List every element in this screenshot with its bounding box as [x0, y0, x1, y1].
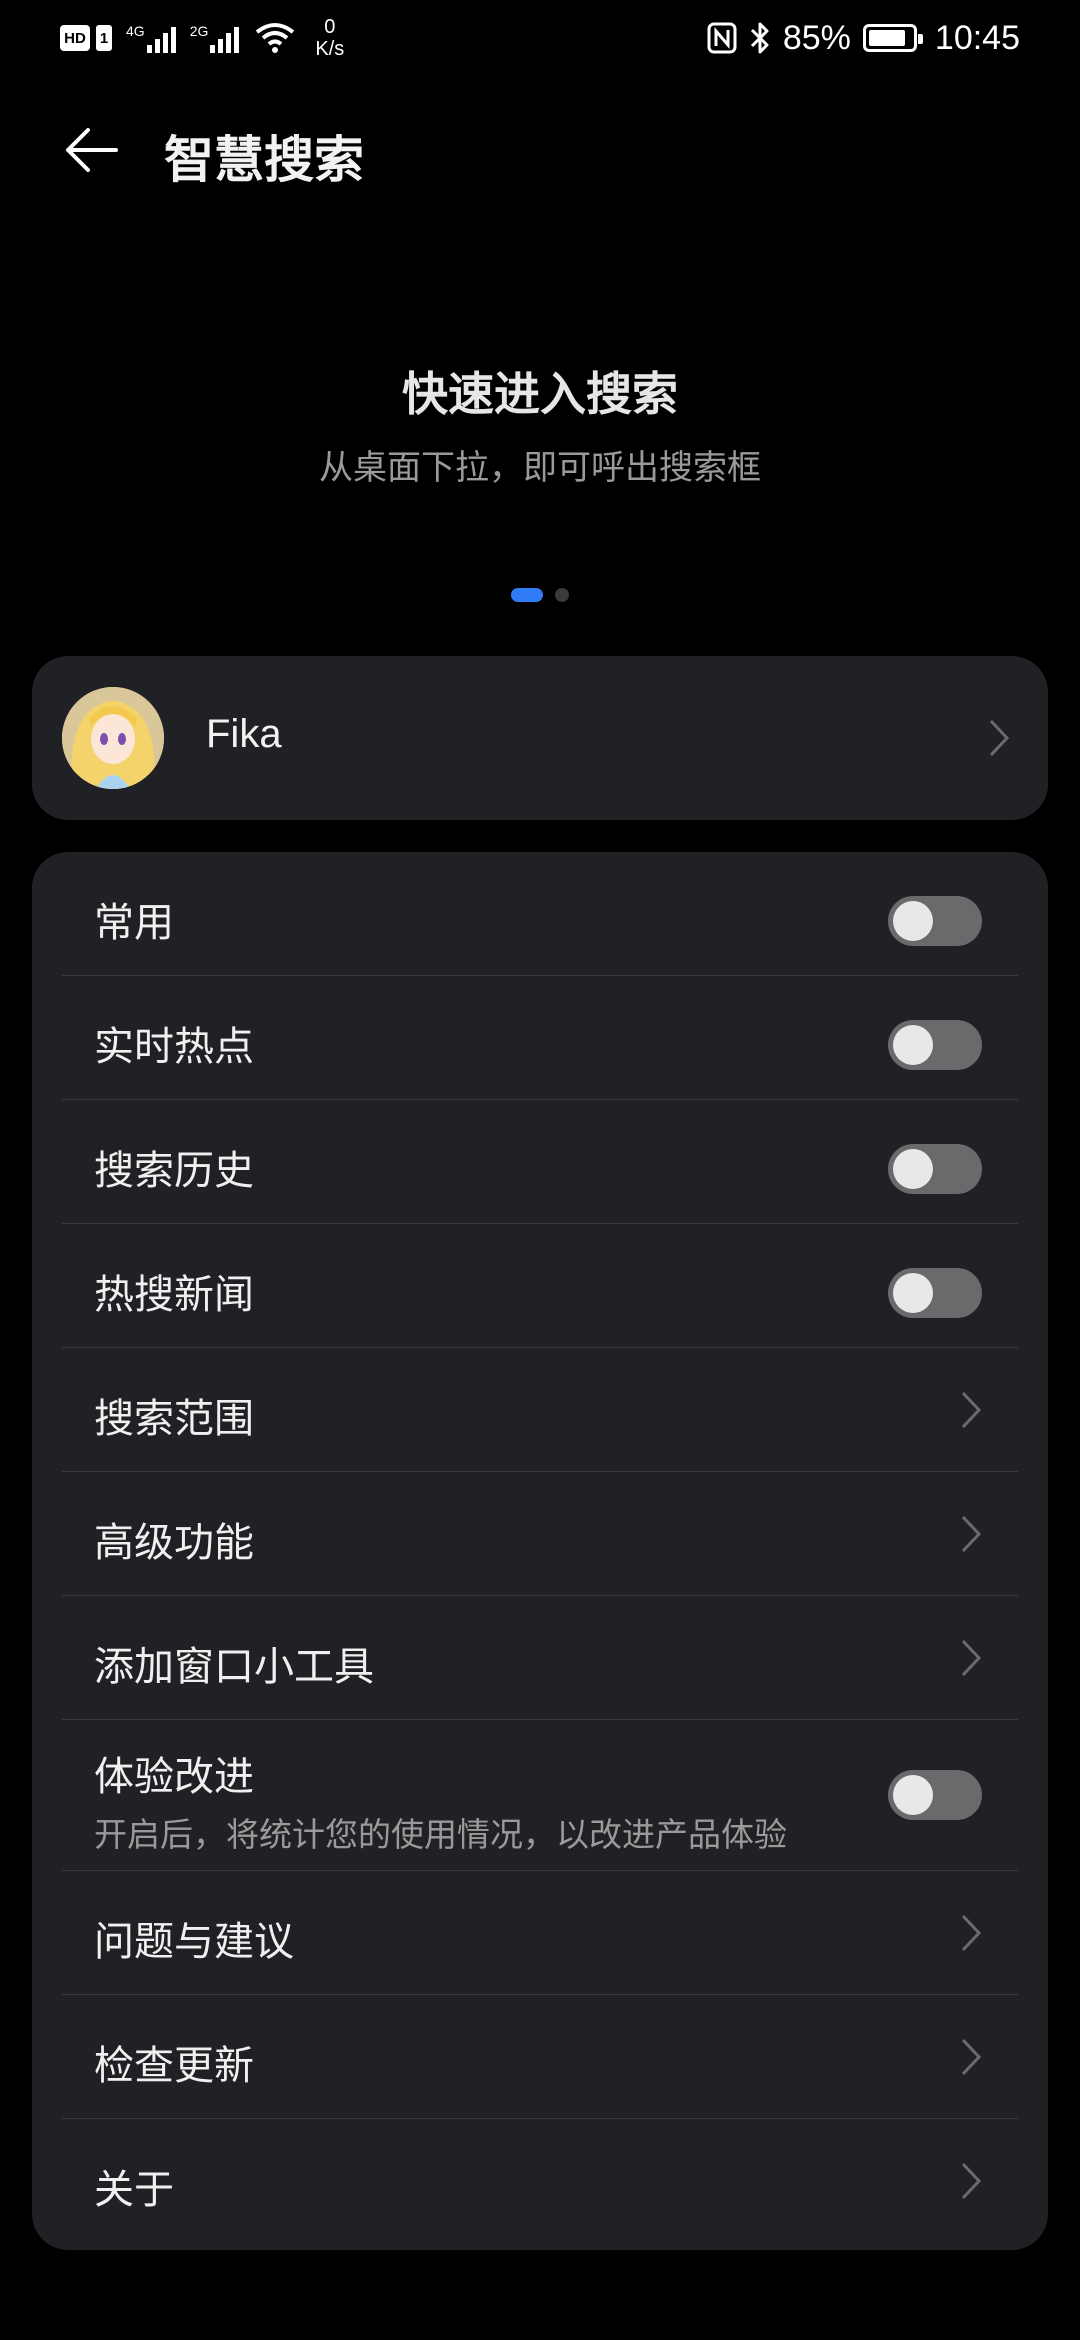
- status-bar: HD 1 4G 2G 0 K/s 85% 10:45: [0, 0, 1080, 74]
- battery-percent: 85%: [782, 18, 851, 57]
- toggle-knob: [893, 1025, 933, 1065]
- toggle-switch[interactable]: [888, 896, 982, 946]
- settings-row-label: 高级功能: [94, 1520, 254, 1566]
- settings-row[interactable]: 关于: [62, 2119, 1018, 2242]
- settings-row-label: 热搜新闻: [94, 1272, 254, 1318]
- page-dot-active: [511, 588, 543, 602]
- settings-row[interactable]: 实时热点: [62, 976, 1018, 1100]
- network-type-label: 2G: [189, 23, 209, 39]
- settings-row-sublabel: 开启后，将统计您的使用情况，以改进产品体验: [94, 1815, 787, 1854]
- nfc-icon: [707, 22, 737, 54]
- settings-row[interactable]: 问题与建议: [62, 1871, 1018, 1995]
- settings-list: 常用实时热点搜索历史热搜新闻搜索范围高级功能添加窗口小工具 体验改进开启后，将统计…: [32, 852, 1048, 2250]
- chevron-right-icon: [989, 719, 1010, 757]
- settings-row[interactable]: 常用: [62, 852, 1018, 976]
- status-right: 85% 10:45: [707, 14, 1020, 62]
- settings-row[interactable]: 添加窗口小工具: [62, 1596, 1018, 1720]
- settings-row-label: 实时热点: [94, 1024, 254, 1070]
- sim-badge: 1: [96, 25, 112, 51]
- clock: 10:45: [934, 18, 1020, 57]
- settings-row[interactable]: 热搜新闻: [62, 1224, 1018, 1348]
- toggle-knob: [893, 901, 933, 941]
- settings-row-label: 常用: [94, 900, 174, 946]
- settings-row-label: 关于: [94, 2167, 174, 2213]
- chevron-right-icon: [961, 2162, 982, 2200]
- settings-row[interactable]: 体验改进开启后，将统计您的使用情况，以改进产品体验: [62, 1720, 1018, 1871]
- chevron-right-icon: [961, 2038, 982, 2076]
- network-speed: 0 K/s: [315, 16, 344, 60]
- avatar-image: [62, 687, 164, 789]
- toggle-switch[interactable]: [888, 1770, 982, 1820]
- settings-row-label: 问题与建议: [94, 1919, 294, 1965]
- page-title: 智慧搜索: [164, 131, 364, 189]
- toggle-knob: [893, 1149, 933, 1189]
- settings-row-label: 检查更新: [94, 2043, 254, 2089]
- speed-value: 0: [324, 16, 336, 38]
- settings-row[interactable]: 搜索历史: [62, 1100, 1018, 1224]
- settings-row-label: 搜索范围: [94, 1396, 254, 1442]
- toggle-knob: [893, 1775, 933, 1815]
- battery-fill: [868, 30, 905, 46]
- battery-icon: [862, 24, 923, 52]
- banner-title: 快速进入搜索: [402, 367, 678, 421]
- settings-row-label: 体验改进: [94, 1754, 254, 1800]
- speed-unit: K/s: [315, 38, 345, 60]
- status-left: HD 1 4G 2G 0 K/s: [60, 14, 344, 62]
- settings-row[interactable]: 搜索范围: [62, 1348, 1018, 1472]
- bluetooth-icon: [750, 22, 769, 54]
- settings-row-label: 搜索历史: [94, 1148, 254, 1194]
- settings-row[interactable]: 检查更新: [62, 1995, 1018, 2119]
- toggle-switch[interactable]: [888, 1144, 982, 1194]
- chevron-right-icon: [961, 1639, 982, 1677]
- page-indicator: [0, 588, 1080, 602]
- settings-row-label: 添加窗口小工具: [94, 1644, 374, 1690]
- signal-2g: 2G: [190, 23, 240, 53]
- wifi-icon: [256, 23, 295, 53]
- chevron-right-icon: [961, 1391, 982, 1429]
- page-dot: [555, 588, 569, 602]
- settings-row[interactable]: 高级功能: [62, 1472, 1018, 1596]
- avatar: [62, 687, 164, 789]
- signal-4g: 4G: [126, 23, 176, 53]
- profile-name: Fika: [206, 712, 282, 756]
- toggle-switch[interactable]: [888, 1020, 982, 1070]
- banner-subtitle: 从桌面下拉，即可呼出搜索框: [319, 448, 761, 488]
- app-header: 智慧搜索: [0, 110, 1080, 190]
- signal-icon: [146, 23, 176, 53]
- hd-badge: HD: [60, 25, 90, 51]
- profile-card[interactable]: Fika: [32, 656, 1048, 820]
- chevron-right-icon: [961, 1914, 982, 1952]
- chevron-right-icon: [961, 1515, 982, 1553]
- network-type-label: 4G: [126, 23, 145, 39]
- back-arrow-icon[interactable]: [62, 122, 122, 178]
- toggle-knob: [893, 1273, 933, 1313]
- toggle-switch[interactable]: [888, 1268, 982, 1318]
- signal-icon: [210, 23, 240, 53]
